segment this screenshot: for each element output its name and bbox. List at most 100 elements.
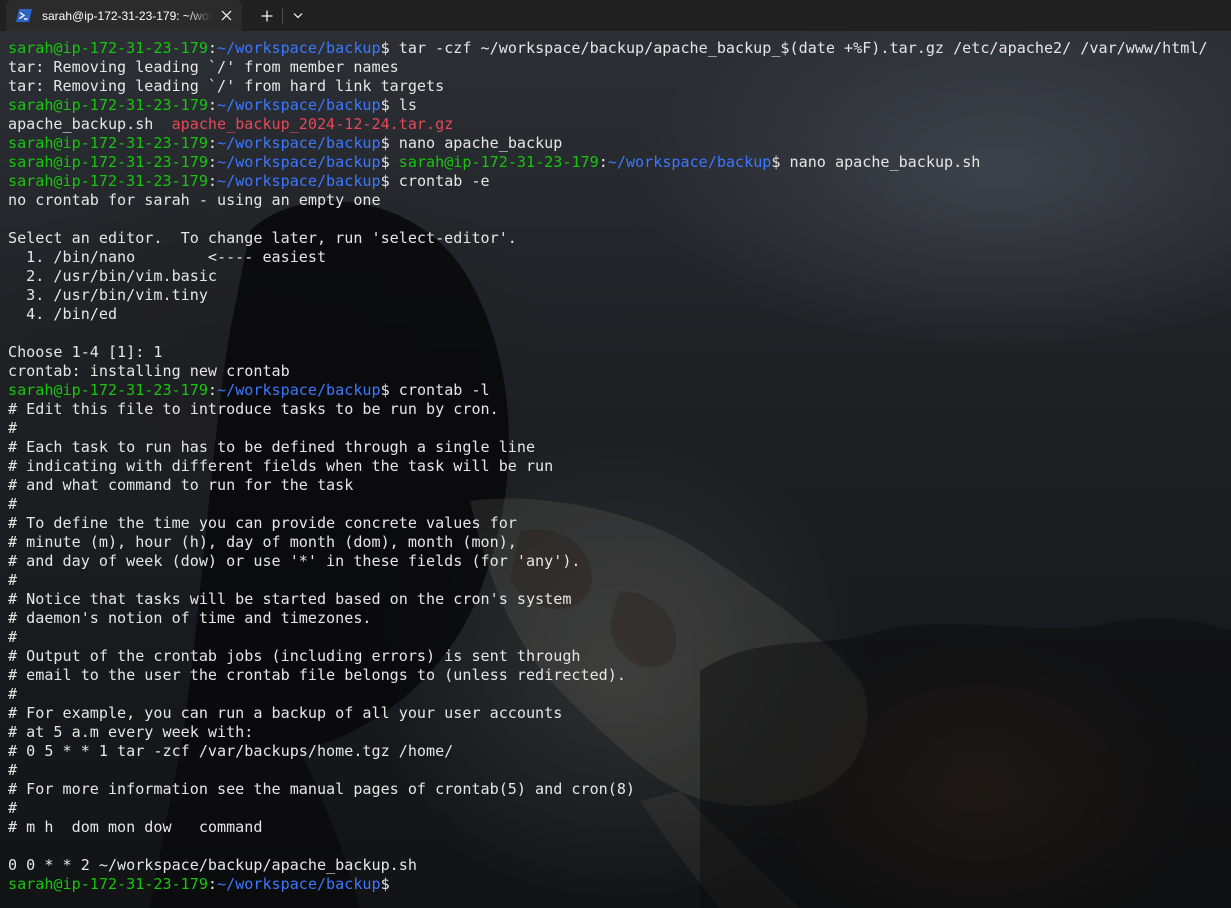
terminal-text: # To define the time you can provide con… <box>8 514 517 532</box>
plus-icon <box>261 10 273 21</box>
terminal-text: $ ls <box>380 96 417 114</box>
terminal-text: # <box>8 799 18 817</box>
terminal-text: # Output of the crontab jobs (including … <box>8 647 581 665</box>
terminal-text: 3. /usr/bin/vim.tiny <box>8 286 208 304</box>
terminal-line: # and day of week (dow) or use '*' in th… <box>8 552 1208 571</box>
terminal-line: # <box>8 628 1208 647</box>
terminal-line: # <box>8 761 1208 780</box>
terminal-text: # <box>8 495 18 513</box>
prompt-user-host: sarah@ip-172-31-23-179 <box>398 153 599 171</box>
terminal-line: tar: Removing leading `/' from hard link… <box>8 77 1208 96</box>
terminal-line: # daemon's notion of time and timezones. <box>8 609 1208 628</box>
terminal-text: # For more information see the manual pa… <box>8 780 636 798</box>
terminal-line: # at 5 a.m every week with: <box>8 723 1208 742</box>
terminal-text: : <box>207 134 218 152</box>
prompt-user-host: sarah@ip-172-31-23-179 <box>8 875 208 893</box>
terminal-text: # <box>8 685 18 703</box>
terminal-text: Choose 1-4 [1]: 1 <box>8 343 163 361</box>
terminal-text: : <box>207 875 218 893</box>
close-icon <box>221 10 231 21</box>
terminal-line: # <box>8 685 1208 704</box>
terminal-line: # Edit this file to introduce tasks to b… <box>8 400 1208 419</box>
terminal-text: : <box>207 381 218 399</box>
terminal-line: sarah@ip-172-31-23-179:~/workspace/backu… <box>8 172 1208 191</box>
tab-close-button[interactable] <box>212 2 240 30</box>
terminal-line: # email to the user the crontab file bel… <box>8 666 1208 685</box>
terminal-text: $ crontab -l <box>380 381 490 399</box>
terminal-line: # Each task to run has to be defined thr… <box>8 438 1208 457</box>
powershell-terminal-icon <box>16 9 32 22</box>
terminal-line: 1. /bin/nano <---- easiest <box>8 248 1208 267</box>
terminal-line: sarah@ip-172-31-23-179:~/workspace/backu… <box>8 96 1208 115</box>
terminal-line: # <box>8 495 1208 514</box>
terminal-line: # For example, you can run a backup of a… <box>8 704 1208 723</box>
terminal-lines: sarah@ip-172-31-23-179:~/workspace/backu… <box>8 39 1208 894</box>
terminal-line: no crontab for sarah - using an empty on… <box>8 191 1208 210</box>
terminal-line: # To define the time you can provide con… <box>8 514 1208 533</box>
terminal-line: Select an editor. To change later, run '… <box>8 229 1208 248</box>
terminal-text: 4. /bin/ed <box>8 305 118 323</box>
profile-dropdown-button[interactable] <box>283 0 313 31</box>
terminal-line: # For more information see the manual pa… <box>8 780 1208 799</box>
terminal-line: crontab: installing new crontab <box>8 362 1208 381</box>
prompt-user-host: sarah@ip-172-31-23-179 <box>8 134 208 152</box>
terminal-line: 3. /usr/bin/vim.tiny <box>8 286 1208 305</box>
terminal-text: $ crontab -e <box>380 172 490 190</box>
terminal-text: # and day of week (dow) or use '*' in th… <box>8 552 581 570</box>
terminal-line: 4. /bin/ed <box>8 305 1208 324</box>
terminal-text: # daemon's notion of time and timezones. <box>8 609 372 627</box>
prompt-user-host: sarah@ip-172-31-23-179 <box>8 172 208 190</box>
tab-bar: sarah@ip-172-31-23-179: ~/workspace/back… <box>0 0 1231 31</box>
terminal-line: sarah@ip-172-31-23-179: ~/workspace/backu… <box>8 153 1208 172</box>
terminal-line: # Output of the crontab jobs (including … <box>8 647 1208 666</box>
terminal-line: # 0 5 * * 1 tar -zcf /var/backups/home.t… <box>8 742 1208 761</box>
terminal-line: apache_backup.sh apache_backup_2024-12-2… <box>8 115 1208 134</box>
archive-file-name: apache_backup_2024-12-24.tar.gz <box>171 115 454 133</box>
terminal-text: # and what command to run for the task <box>8 476 354 494</box>
terminal-text: $ nano apache_backup <box>380 134 563 152</box>
terminal-text: : <box>598 153 608 171</box>
terminal-text: 2. /usr/bin/vim.basic <box>8 267 218 285</box>
terminal-line: # <box>8 419 1208 438</box>
terminal-line: tar: Removing leading `/' from member na… <box>8 58 1208 77</box>
prompt-path: ~/workspace/backup <box>217 172 381 190</box>
terminal-output-area[interactable]: sarah@ip-172-31-23-179:~/workspace/backu… <box>0 31 1231 908</box>
terminal-line: sarah@ip-172-31-23-179:~/workspace/backu… <box>8 381 1208 400</box>
tab-terminal-session[interactable]: sarah@ip-172-31-23-179: ~/workspace/back… <box>6 0 242 31</box>
prompt-user-host: sarah@ip-172-31-23-179 <box>8 39 208 57</box>
chevron-down-icon <box>293 13 303 19</box>
terminal-text: : <box>207 172 218 190</box>
terminal-text: # <box>8 419 18 437</box>
terminal-text: $ <box>380 153 399 171</box>
terminal-text: # <box>8 571 18 589</box>
terminal-text: # email to the user the crontab file bel… <box>8 666 626 684</box>
terminal-text: no crontab for sarah - using an empty on… <box>8 191 381 209</box>
terminal-text: # <box>8 761 18 779</box>
terminal-text: 1. /bin/nano <---- easiest <box>8 248 327 266</box>
new-tab-button[interactable] <box>252 0 282 31</box>
terminal-line: # indicating with different fields when … <box>8 457 1208 476</box>
prompt-path: ~/workspace/backup <box>217 153 381 171</box>
terminal-text: # For example, you can run a backup of a… <box>8 704 563 722</box>
terminal-line: sarah@ip-172-31-23-179:~/workspace/backu… <box>8 39 1208 58</box>
terminal-text: # m h dom mon dow command <box>8 818 263 836</box>
terminal-line: Choose 1-4 [1]: 1 <box>8 343 1208 362</box>
terminal-window: sarah@ip-172-31-23-179: ~/workspace/back… <box>0 0 1231 908</box>
prompt-user-host: sarah@ip-172-31-23-179 <box>8 381 208 399</box>
terminal-text: $ nano apache_backup.sh <box>771 153 981 171</box>
prompt-path: ~/workspace/backup <box>217 381 381 399</box>
tab-title: sarah@ip-172-31-23-179: ~/workspace/back… <box>42 8 212 23</box>
prompt-path: ~/workspace/backup <box>217 875 381 893</box>
terminal-text: 0 0 * * 2 ~/workspace/backup/apache_back… <box>8 856 417 874</box>
terminal-line: # <box>8 799 1208 818</box>
terminal-text: crontab: installing new crontab <box>8 362 290 380</box>
terminal-text: tar: Removing leading `/' from hard link… <box>8 77 445 95</box>
terminal-line: # Notice that tasks will be started base… <box>8 590 1208 609</box>
prompt-user-host: sarah@ip-172-31-23-179 <box>8 96 208 114</box>
prompt-user-host: sarah@ip-172-31-23-179 <box>8 153 208 171</box>
terminal-text: # at 5 a.m every week with: <box>8 723 254 741</box>
terminal-text: : <box>207 39 218 57</box>
terminal-text: # Edit this file to introduce tasks to b… <box>8 400 499 418</box>
